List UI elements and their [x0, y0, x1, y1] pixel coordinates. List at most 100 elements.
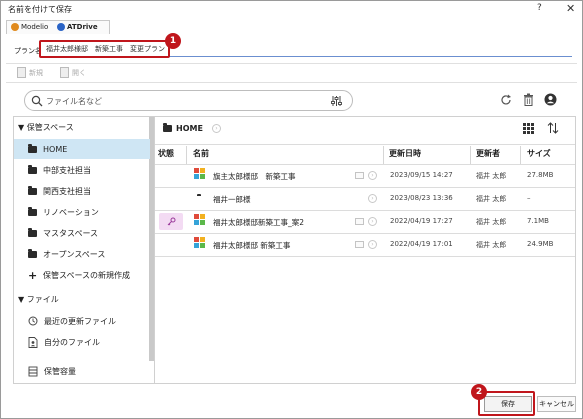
- app-tab-bar: Modelio ATDrive: [6, 20, 110, 34]
- sidebar-item-recent-files[interactable]: 最近の更新ファイル: [14, 311, 150, 331]
- database-icon: [28, 366, 38, 376]
- divider: [155, 144, 575, 145]
- divider: [6, 63, 577, 64]
- file-size: 27.8MB: [527, 171, 554, 179]
- file-name: 福井太郎様邸新築工事_案2: [213, 218, 305, 227]
- callout-badge-1: 1: [165, 33, 181, 49]
- dialog-title: 名前を付けて保存: [8, 5, 72, 14]
- info-icon[interactable]: ›: [368, 217, 377, 226]
- table-row[interactable]: 福井太郎様邸新築工事_案2 › 2022/04/19 17:27 福井 太郎 7…: [155, 211, 575, 232]
- column-divider: [520, 146, 521, 164]
- account-icon[interactable]: [544, 93, 557, 106]
- sidebar-item-label: 中部支社担当: [43, 165, 91, 175]
- refresh-icon[interactable]: [500, 94, 512, 106]
- thumbnail-icon[interactable]: [355, 241, 364, 248]
- modelio-logo-icon: [11, 23, 19, 31]
- open-file-icon: [60, 67, 69, 78]
- plus-icon: +: [28, 268, 38, 282]
- column-header-updated[interactable]: 更新日時: [389, 148, 421, 159]
- lock-status-badge: [159, 213, 183, 230]
- plan-file-icon: [194, 237, 207, 250]
- divider: [155, 256, 575, 257]
- folder-icon: [28, 227, 37, 237]
- storage-section-header[interactable]: ▼ 保管スペース: [18, 122, 74, 133]
- save-button[interactable]: 保存: [484, 396, 532, 412]
- info-icon[interactable]: ›: [368, 171, 377, 180]
- sidebar-item-label: 最近の更新ファイル: [44, 316, 116, 326]
- title-bar: 名前を付けて保存 ? ✕: [1, 1, 582, 17]
- info-icon[interactable]: ›: [368, 240, 377, 249]
- sidebar-item-label: リノベーション: [43, 207, 99, 217]
- file-list-pane: HOME › 状態 名前 更新日時 更新者 サイズ 旗主太郎様邸 新築工事 › …: [155, 116, 576, 384]
- column-header-size[interactable]: サイズ: [527, 148, 551, 159]
- folder-icon: [28, 206, 37, 216]
- sidebar-item-label: HOME: [43, 144, 68, 154]
- column-divider: [186, 146, 187, 164]
- info-icon[interactable]: ›: [368, 194, 377, 203]
- plan-name-label: プラン名: [14, 47, 42, 55]
- updated-date: 2022/04/19 17:27: [390, 217, 453, 225]
- open-button[interactable]: 開く: [60, 66, 86, 79]
- file-section-label: ファイル: [26, 295, 59, 304]
- column-header-name[interactable]: 名前: [193, 148, 209, 159]
- column-header-updater[interactable]: 更新者: [476, 148, 500, 159]
- folder-icon: [28, 185, 37, 195]
- create-storage-button[interactable]: + 保管スペースの新規作成: [14, 265, 150, 285]
- breadcrumb-current[interactable]: HOME: [176, 124, 203, 133]
- sidebar-item-kansai[interactable]: 関西支社担当: [14, 181, 150, 201]
- history-icon: [28, 316, 38, 326]
- search-icon: [31, 95, 43, 107]
- app-tab-modelio[interactable]: Modelio: [11, 23, 48, 31]
- plan-name-input[interactable]: [40, 41, 572, 57]
- column-divider: [383, 146, 384, 164]
- app-tab-atdrive[interactable]: ATDrive: [57, 23, 98, 31]
- close-button[interactable]: ✕: [566, 2, 575, 15]
- divider: [6, 82, 577, 83]
- storage-section-label: 保管スペース: [26, 123, 74, 132]
- sidebar-item-home[interactable]: HOME: [14, 139, 150, 159]
- folder-icon: [28, 248, 37, 258]
- filter-settings-icon[interactable]: [330, 95, 343, 107]
- updated-date: 2022/04/19 17:01: [390, 240, 453, 248]
- folder-icon: [28, 164, 37, 174]
- sidebar-item-open-space[interactable]: オープンスペース: [14, 244, 150, 264]
- updater: 福井 太郎: [476, 172, 507, 180]
- help-button[interactable]: ?: [537, 3, 542, 13]
- sidebar-item-storage-capacity[interactable]: 保管容量: [14, 361, 150, 381]
- folder-icon: [28, 143, 37, 153]
- sort-icon[interactable]: [547, 122, 559, 134]
- folder-icon: [163, 123, 172, 132]
- open-button-label: 開く: [72, 68, 86, 77]
- plan-file-icon: [194, 168, 207, 181]
- table-row[interactable]: 福井一郎様 › 2023/08/23 13:36 福井 太郎 –: [155, 188, 575, 209]
- column-divider: [470, 146, 471, 164]
- sidebar-item-renovation[interactable]: リノベーション: [14, 202, 150, 222]
- sidebar-item-label: マスタスペース: [43, 228, 99, 238]
- file-size: –: [527, 194, 531, 202]
- trash-icon[interactable]: [523, 93, 534, 106]
- sidebar-item-master-space[interactable]: マスタスペース: [14, 223, 150, 243]
- thumbnail-icon[interactable]: [355, 218, 364, 225]
- thumbnail-icon[interactable]: [355, 172, 364, 179]
- file-size: 7.1MB: [527, 217, 549, 225]
- callout-badge-2: 2: [471, 384, 487, 400]
- sidebar-item-chubu[interactable]: 中部支社担当: [14, 160, 150, 180]
- app-tab-label: ATDrive: [67, 23, 98, 31]
- user-file-icon: [28, 336, 38, 348]
- table-row[interactable]: 福井太郎様邸 新築工事 › 2022/04/19 17:01 福井 太郎 24.…: [155, 234, 575, 255]
- file-name: 旗主太郎様邸 新築工事: [213, 172, 296, 181]
- table-row[interactable]: 旗主太郎様邸 新築工事 › 2023/09/15 14:27 福井 太郎 27.…: [155, 165, 575, 186]
- atdrive-logo-icon: [57, 23, 65, 31]
- search-input[interactable]: [46, 94, 326, 108]
- grid-view-icon[interactable]: [523, 123, 534, 134]
- cancel-button[interactable]: キャンセル: [537, 396, 576, 412]
- file-section-header[interactable]: ▼ ファイル: [18, 294, 59, 305]
- key-icon: [167, 217, 175, 226]
- chevron-right-icon[interactable]: ›: [211, 124, 221, 133]
- sidebar-item-my-files[interactable]: 自分のファイル: [14, 332, 150, 352]
- new-button[interactable]: 新規: [17, 66, 43, 79]
- column-header-status[interactable]: 状態: [158, 148, 174, 159]
- file-name: 福井太郎様邸 新築工事: [213, 241, 291, 250]
- collapse-triangle-icon: ▼: [18, 295, 25, 304]
- search-box[interactable]: [24, 90, 353, 111]
